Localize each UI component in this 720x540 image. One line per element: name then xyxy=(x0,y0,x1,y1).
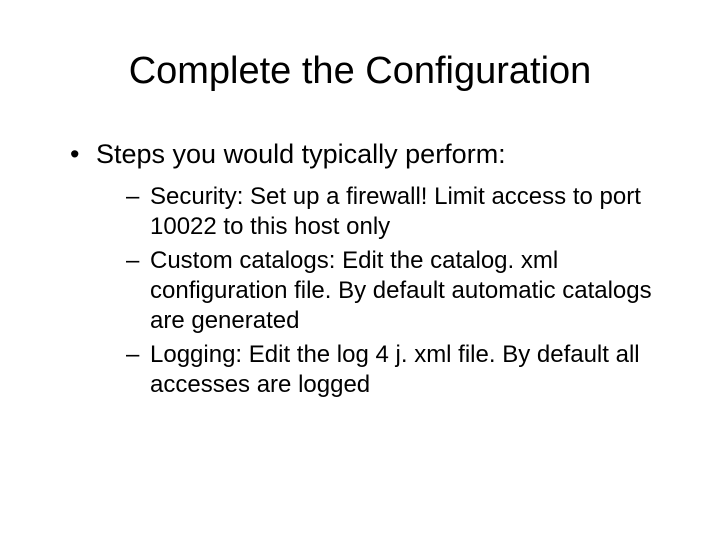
bullet-list: Steps you would typically perform: Secur… xyxy=(70,138,670,400)
sub-bullet-list: Security: Set up a firewall! Limit acces… xyxy=(126,182,670,400)
list-item-text: Custom catalogs: Edit the catalog. xml c… xyxy=(150,247,652,334)
slide: Complete the Configuration Steps you wou… xyxy=(0,0,720,540)
list-item-text: Steps you would typically perform: xyxy=(96,139,506,169)
slide-title: Complete the Configuration xyxy=(50,50,670,93)
list-item: Steps you would typically perform: Secur… xyxy=(70,138,670,400)
list-item: Logging: Edit the log 4 j. xml file. By … xyxy=(126,340,670,400)
list-item-text: Security: Set up a firewall! Limit acces… xyxy=(150,183,641,240)
list-item-text: Logging: Edit the log 4 j. xml file. By … xyxy=(150,341,640,398)
list-item: Security: Set up a firewall! Limit acces… xyxy=(126,182,670,242)
list-item: Custom catalogs: Edit the catalog. xml c… xyxy=(126,246,670,336)
